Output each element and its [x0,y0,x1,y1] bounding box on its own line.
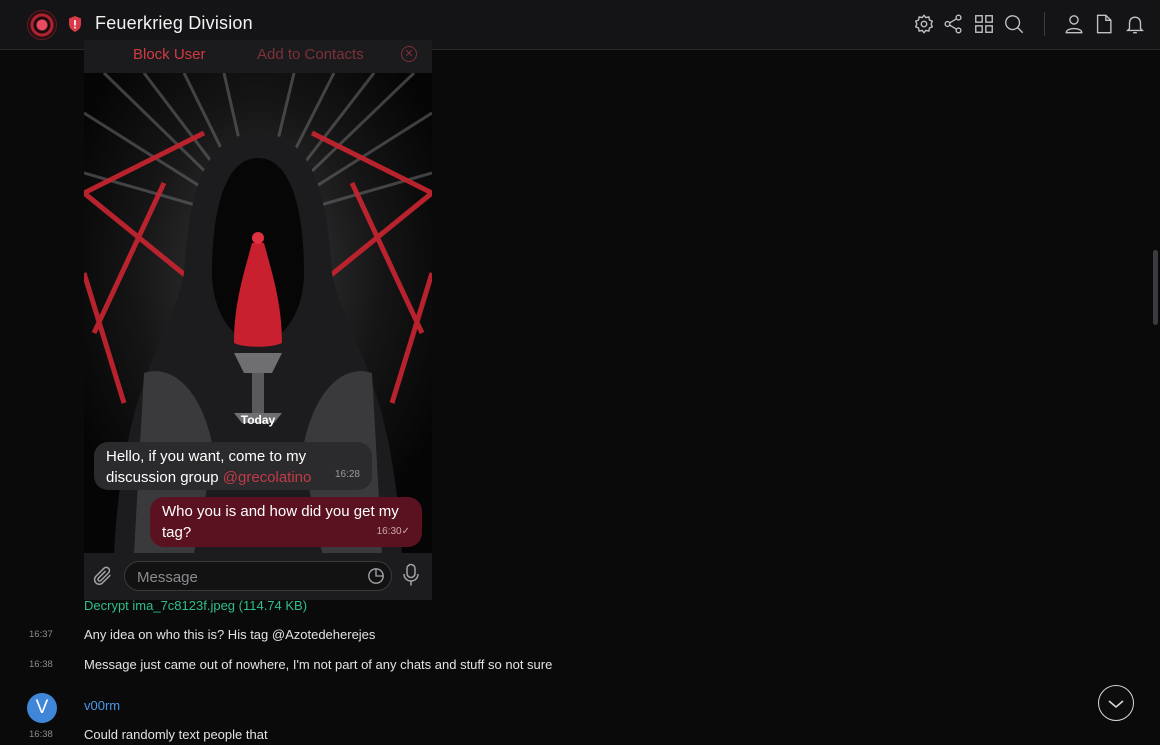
outgoing-message-time: 16:30 [376,526,402,537]
outgoing-message-meta: 16:30✓ [377,521,410,542]
author-name[interactable]: v00rm [84,698,120,713]
read-check-icon: ✓ [401,526,410,537]
date-divider: Today [240,413,276,427]
outgoing-message-text: Who you is and how did you get my tag? [162,503,399,541]
close-icon: ✕ [401,46,417,62]
add-to-contacts-label: Add to Contacts [257,46,364,63]
message-input-field [124,561,392,591]
incoming-message-bubble: Hello, if you want, come to my discussio… [94,442,372,490]
channel-title: Feuerkrieg Division [95,13,253,33]
message-text: Any idea on who this is? His tag @Azoted… [84,627,376,642]
incoming-message-time: 16:28 [334,469,360,480]
block-user-label: Block User [133,46,206,63]
incoming-message-mention: @grecolatino [222,469,312,486]
decrypt-attachment-link[interactable]: Decrypt ima_7c8123f.jpeg (114.74 KB) [84,598,307,613]
settings-icon[interactable] [913,13,935,35]
message-text: Could randomly text people that [84,727,268,742]
scroll-to-bottom-button[interactable] [1098,685,1134,721]
sticker-icon [368,568,384,584]
search-icon[interactable] [1003,13,1025,35]
author-avatar[interactable]: V [27,693,57,723]
screenshot-input-bar [84,553,432,600]
message-input [135,566,359,588]
message-timestamp: 16:38 [29,659,53,670]
user-icon[interactable] [1063,13,1085,35]
outgoing-message-bubble: Who you is and how did you get my tag? 1… [150,497,422,547]
message-timestamp: 16:37 [29,629,53,640]
header-divider [1044,12,1045,36]
shield-icon [69,16,81,32]
chevron-down-icon [1108,700,1124,709]
share-icon[interactable] [942,13,964,35]
paperclip-icon [93,566,111,585]
message-timestamp: 16:38 [29,729,53,740]
grid-icon[interactable] [973,13,995,35]
scrollbar[interactable] [1153,250,1158,325]
server-avatar[interactable] [27,10,57,40]
file-icon[interactable] [1093,13,1115,35]
bell-icon[interactable] [1124,13,1146,35]
microphone-icon [403,563,419,586]
message-text: Message just came out of nowhere, I'm no… [84,657,553,672]
screenshot-action-bar: Block User Add to Contacts ✕ [84,40,432,73]
attached-screenshot[interactable]: Block User Add to Contacts ✕ Today Hello… [84,40,432,600]
